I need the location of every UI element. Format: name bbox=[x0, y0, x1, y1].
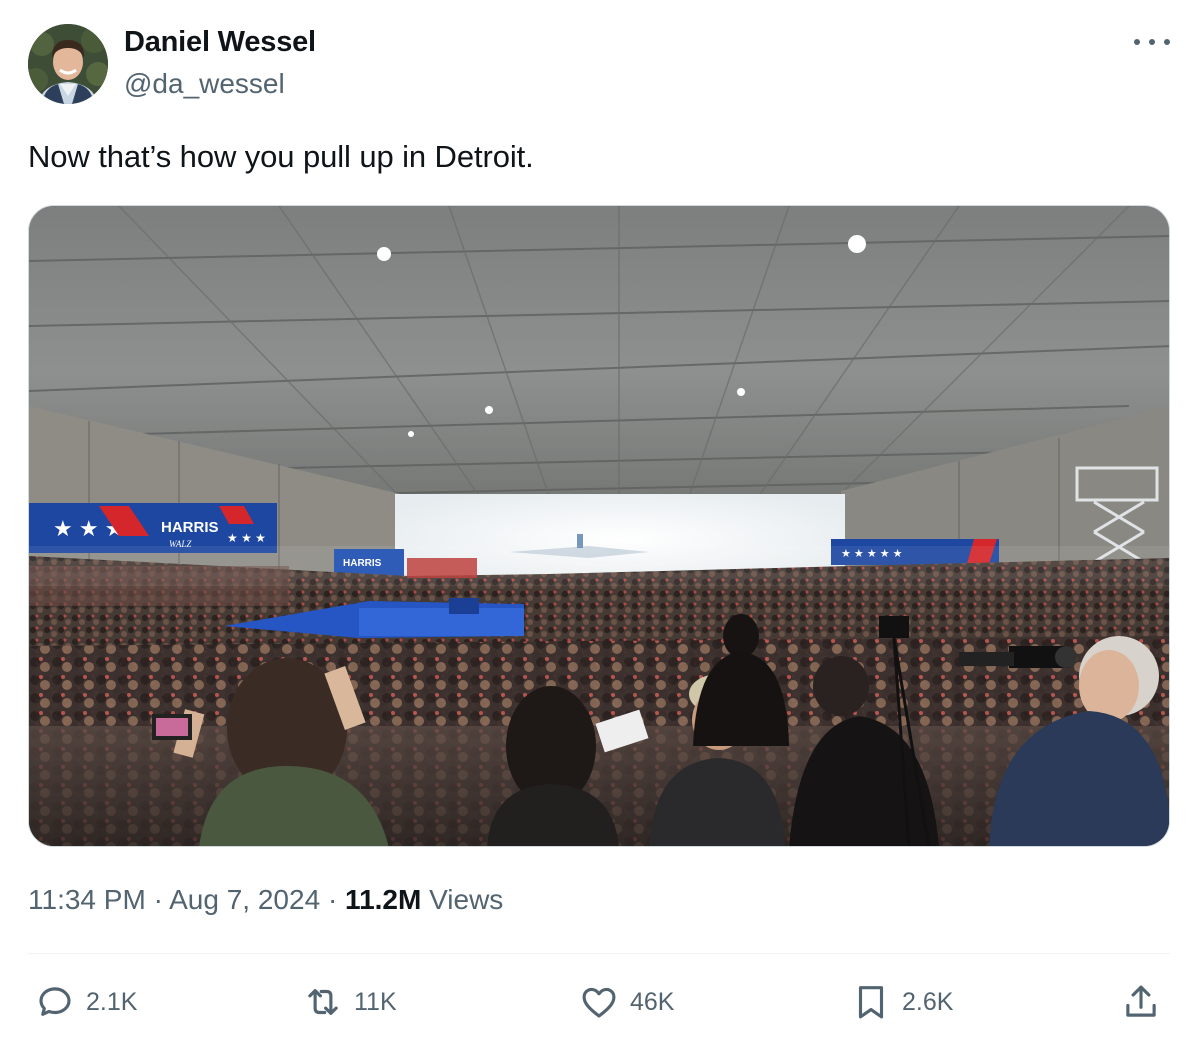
reply-count: 2.1K bbox=[86, 987, 138, 1016]
more-dot-icon bbox=[1134, 39, 1140, 45]
tweet-text: Now that’s how you pull up in Detroit. bbox=[28, 139, 534, 174]
reply-icon bbox=[39, 987, 71, 1016]
meta-separator: · bbox=[327, 884, 338, 915]
svg-text:★ ★ ★: ★ ★ ★ bbox=[227, 531, 266, 545]
author-handle[interactable]: @da_wessel bbox=[124, 68, 285, 100]
rally-hangar-image: ★ ★ ★ HARRIS WALZ ★ ★ ★ HARRIS ★ ★ ★ ★ ★ bbox=[29, 206, 1169, 846]
meta-separator: · bbox=[153, 884, 163, 915]
share-button[interactable] bbox=[1120, 980, 1162, 1024]
views-label: Views bbox=[429, 884, 504, 915]
repost-icon bbox=[308, 989, 338, 1015]
like-count: 46K bbox=[630, 987, 675, 1016]
tweet-time[interactable]: 11:34 PM bbox=[28, 884, 146, 915]
tweet-date[interactable]: Aug 7, 2024 bbox=[169, 884, 320, 915]
bookmark-icon bbox=[858, 986, 884, 1019]
like-button[interactable]: 46K bbox=[578, 980, 674, 1024]
repost-count: 11K bbox=[354, 987, 397, 1016]
repost-button[interactable]: 11K bbox=[302, 980, 397, 1024]
share-icon bbox=[1126, 985, 1156, 1017]
more-dot-icon bbox=[1164, 39, 1170, 45]
author-name[interactable]: Daniel Wessel bbox=[124, 26, 316, 59]
profile-photo-icon bbox=[28, 24, 108, 104]
tweet-card: Daniel Wessel @da_wessel Now that’s how … bbox=[0, 0, 1200, 1047]
avatar[interactable] bbox=[28, 24, 108, 104]
tweet-meta: 11:34 PM · Aug 7, 2024 · 11.2M Views bbox=[28, 884, 503, 916]
banner-harris-left: HARRIS bbox=[161, 519, 219, 536]
divider bbox=[28, 953, 1170, 954]
bookmark-button[interactable]: 2.6K bbox=[850, 980, 953, 1024]
more-dot-icon bbox=[1149, 39, 1155, 45]
more-options-button[interactable] bbox=[1134, 30, 1170, 54]
reply-button[interactable]: 2.1K bbox=[34, 980, 137, 1024]
tweet-media-video[interactable]: ★ ★ ★ HARRIS WALZ ★ ★ ★ HARRIS ★ ★ ★ ★ ★ bbox=[28, 205, 1170, 847]
bookmark-count: 2.6K bbox=[902, 987, 954, 1016]
views-count: 11.2M bbox=[345, 884, 422, 915]
heart-icon bbox=[582, 987, 616, 1018]
